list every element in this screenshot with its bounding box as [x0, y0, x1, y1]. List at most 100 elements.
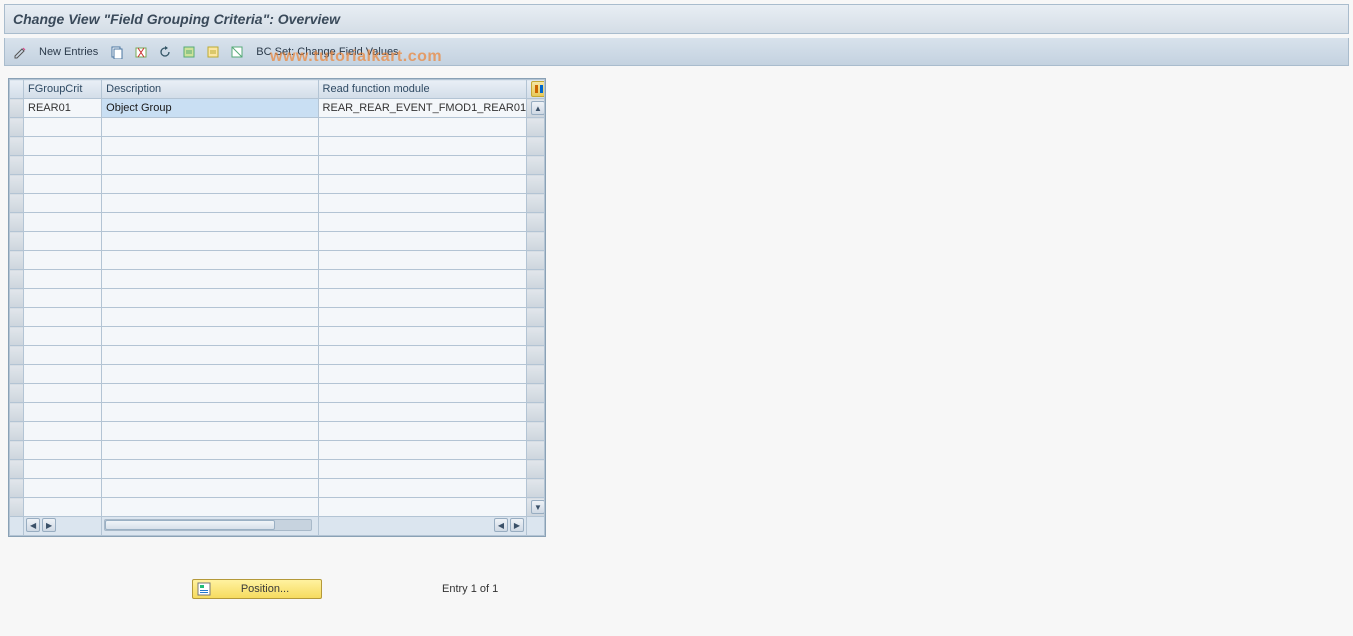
cell-empty[interactable]	[318, 479, 526, 498]
table-row[interactable]	[10, 251, 545, 270]
row-selector[interactable]	[10, 460, 24, 479]
scroll-down-icon[interactable]: ▼	[531, 500, 545, 514]
cell-empty[interactable]	[24, 498, 102, 517]
table-row[interactable]	[10, 441, 545, 460]
cell-empty[interactable]	[24, 365, 102, 384]
cell-empty[interactable]	[318, 232, 526, 251]
cell-empty[interactable]	[24, 118, 102, 137]
table-row[interactable]	[10, 384, 545, 403]
bc-set-button[interactable]: BC Set: Change Field Values	[250, 42, 404, 62]
column-header-read-fm[interactable]: Read function module	[318, 80, 526, 99]
row-selector[interactable]	[10, 384, 24, 403]
cell-empty[interactable]	[102, 118, 318, 137]
cell-empty[interactable]	[318, 251, 526, 270]
row-selector[interactable]	[10, 346, 24, 365]
cell-empty[interactable]	[102, 365, 318, 384]
row-selector[interactable]	[10, 118, 24, 137]
cell-empty[interactable]	[318, 289, 526, 308]
table-row[interactable]	[10, 232, 545, 251]
row-selector[interactable]	[10, 175, 24, 194]
row-selector[interactable]	[10, 327, 24, 346]
row-selector[interactable]	[10, 365, 24, 384]
table-row[interactable]	[10, 365, 545, 384]
new-entries-button[interactable]: New Entries	[33, 42, 104, 62]
row-selector[interactable]	[10, 137, 24, 156]
cell-empty[interactable]	[102, 346, 318, 365]
table-row[interactable]	[10, 194, 545, 213]
cell-empty[interactable]	[24, 308, 102, 327]
cell-empty[interactable]	[318, 460, 526, 479]
cell-empty[interactable]	[24, 384, 102, 403]
cell-empty[interactable]	[102, 498, 318, 517]
cell-empty[interactable]	[24, 479, 102, 498]
cell-empty[interactable]	[318, 365, 526, 384]
table-row[interactable]	[10, 460, 545, 479]
undo-icon[interactable]	[154, 42, 176, 62]
cell-empty[interactable]	[24, 175, 102, 194]
cell-empty[interactable]	[318, 137, 526, 156]
row-selector[interactable]	[10, 441, 24, 460]
cell-empty[interactable]	[318, 175, 526, 194]
table-row[interactable]	[10, 327, 545, 346]
cell-read-fm[interactable]: REAR_REAR_EVENT_FMOD1_REAR01	[318, 99, 526, 118]
table-row[interactable]	[10, 308, 545, 327]
cell-empty[interactable]	[24, 346, 102, 365]
row-selector[interactable]	[10, 232, 24, 251]
table-settings-icon[interactable]	[531, 81, 545, 97]
cell-description[interactable]: Object Group	[102, 99, 318, 118]
cell-empty[interactable]	[24, 289, 102, 308]
cell-empty[interactable]	[318, 422, 526, 441]
cell-empty[interactable]	[102, 137, 318, 156]
row-selector[interactable]	[10, 213, 24, 232]
cell-empty[interactable]	[24, 156, 102, 175]
cell-empty[interactable]	[318, 194, 526, 213]
deselect-all-icon[interactable]	[226, 42, 248, 62]
table-row[interactable]	[10, 346, 545, 365]
cell-empty[interactable]	[102, 194, 318, 213]
row-selector[interactable]	[10, 498, 24, 517]
table-row[interactable]	[10, 479, 545, 498]
row-selector[interactable]	[10, 308, 24, 327]
scroll-right-icon[interactable]: ▶	[42, 518, 56, 532]
cell-empty[interactable]	[102, 422, 318, 441]
column-header-fgroupcrit[interactable]: FGroupCrit	[24, 80, 102, 99]
table-row[interactable]: ▼	[10, 498, 545, 517]
table-row[interactable]	[10, 118, 545, 137]
scroll-left-icon[interactable]: ◀	[494, 518, 508, 532]
table-row[interactable]	[10, 156, 545, 175]
cell-empty[interactable]	[318, 327, 526, 346]
toggle-display-change-icon[interactable]	[9, 42, 31, 62]
column-header-description[interactable]: Description	[102, 80, 318, 99]
table-row[interactable]	[10, 422, 545, 441]
cell-empty[interactable]	[318, 308, 526, 327]
select-block-icon[interactable]	[202, 42, 224, 62]
select-all-icon[interactable]	[178, 42, 200, 62]
cell-empty[interactable]	[318, 441, 526, 460]
cell-empty[interactable]	[24, 137, 102, 156]
cell-empty[interactable]	[24, 270, 102, 289]
row-selector[interactable]	[10, 251, 24, 270]
cell-empty[interactable]	[102, 251, 318, 270]
cell-empty[interactable]	[102, 441, 318, 460]
row-selector[interactable]	[10, 156, 24, 175]
cell-empty[interactable]	[102, 232, 318, 251]
cell-fgroupcrit[interactable]: REAR01	[24, 99, 102, 118]
table-row[interactable]	[10, 403, 545, 422]
row-selector[interactable]	[10, 270, 24, 289]
cell-empty[interactable]	[318, 346, 526, 365]
cell-empty[interactable]	[102, 270, 318, 289]
cell-empty[interactable]	[24, 232, 102, 251]
cell-empty[interactable]	[102, 460, 318, 479]
scroll-right-icon[interactable]: ▶	[510, 518, 524, 532]
cell-empty[interactable]	[24, 213, 102, 232]
position-button[interactable]: Position...	[192, 579, 322, 599]
row-selector[interactable]	[10, 403, 24, 422]
row-selector[interactable]	[10, 194, 24, 213]
table-row[interactable]	[10, 137, 545, 156]
cell-empty[interactable]	[318, 403, 526, 422]
cell-empty[interactable]	[102, 327, 318, 346]
cell-empty[interactable]	[102, 403, 318, 422]
cell-empty[interactable]	[102, 156, 318, 175]
cell-empty[interactable]	[24, 327, 102, 346]
row-selector[interactable]	[10, 289, 24, 308]
